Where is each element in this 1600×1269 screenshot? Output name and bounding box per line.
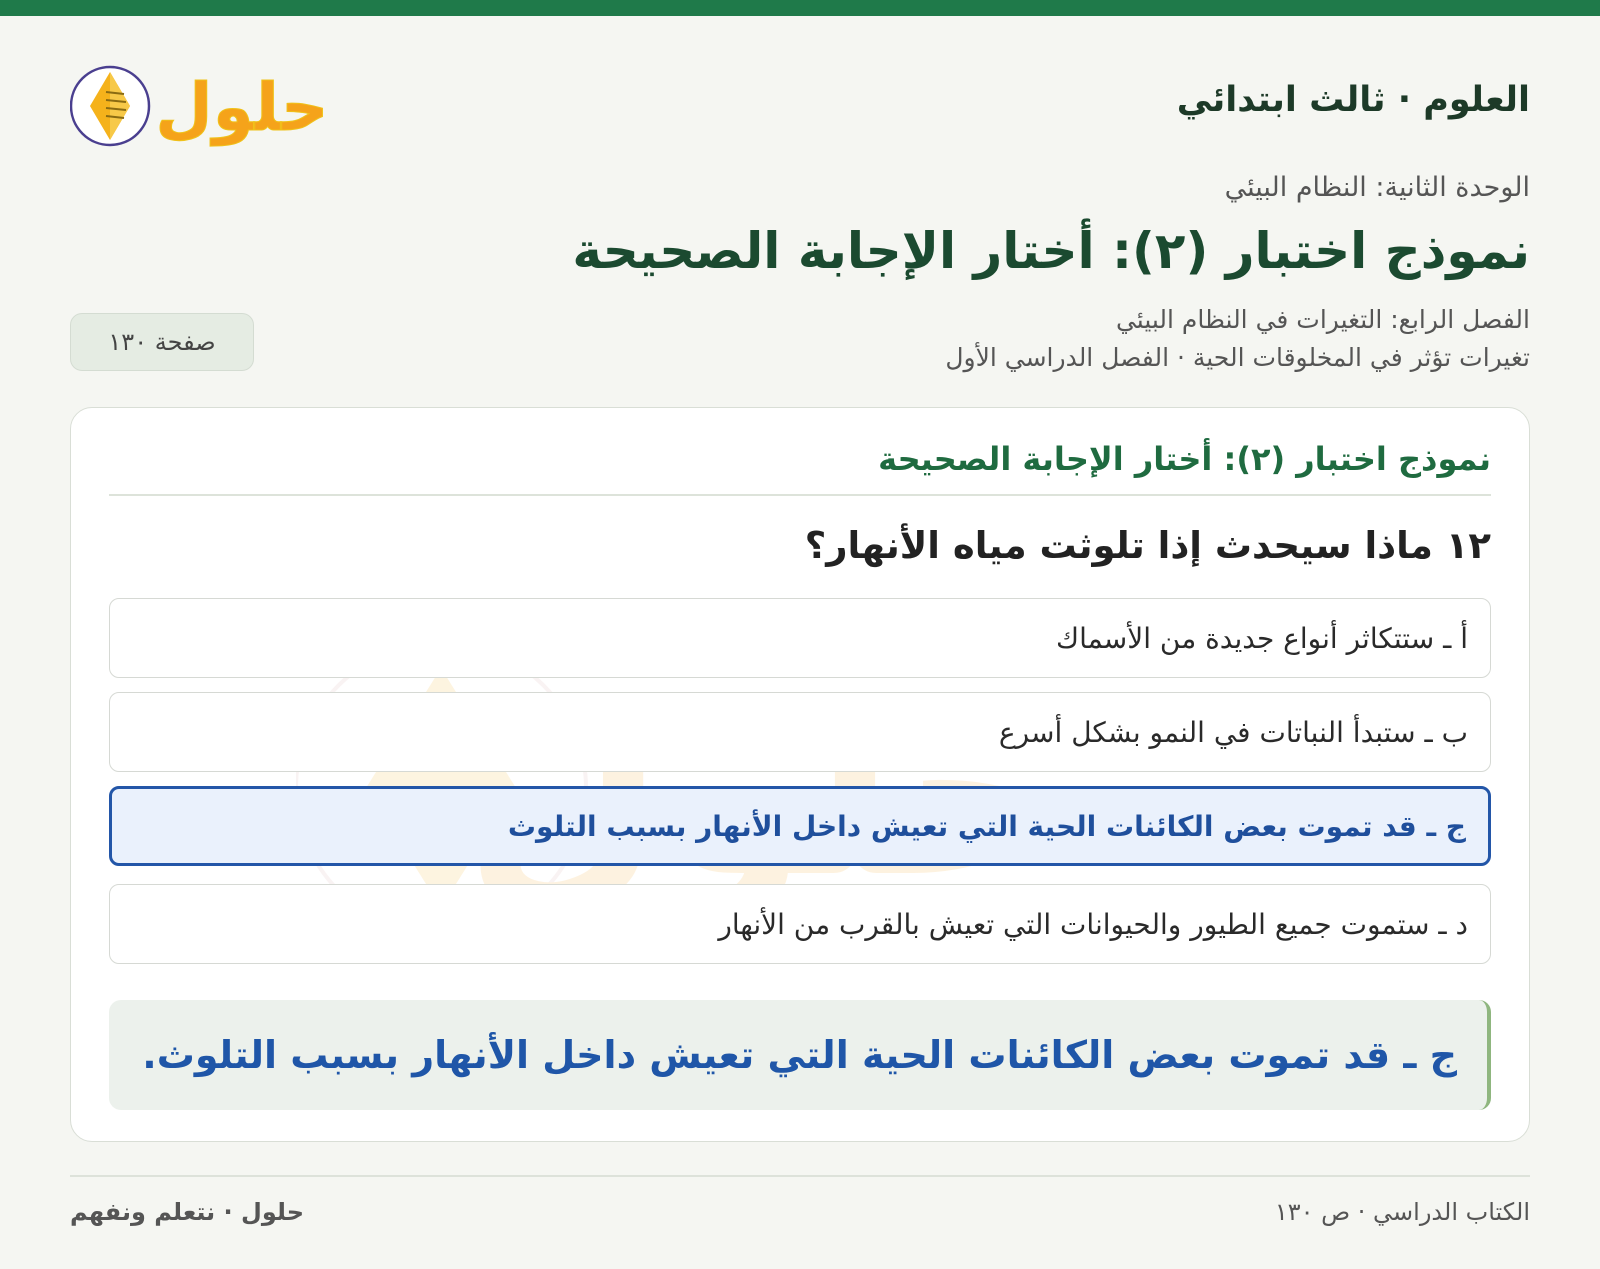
question-card: حلول نموذج اختبار (٢): أختار الإجابة الص… (70, 407, 1530, 1142)
top-accent-bar (0, 0, 1600, 16)
option-c-selected[interactable]: ج ـ قد تموت بعض الكائنات الحية التي تعيش… (109, 786, 1491, 866)
chapter-label: الفصل الرابع: التغيرات في النظام البيئي (1115, 305, 1530, 334)
page-number-badge: صفحة ١٣٠ (70, 313, 254, 371)
unit-label: الوحدة الثانية: النظام البيئي (1224, 172, 1530, 203)
option-b[interactable]: ب ـ ستبدأ النباتات في النمو بشكل أسرع (109, 692, 1491, 772)
option-b-label: ب ـ ستبدأ النباتات في النمو بشكل أسرع (998, 715, 1468, 749)
hulul-logo[interactable]: حلول (70, 50, 330, 160)
footer-divider (70, 1175, 1530, 1177)
option-c-label: ج ـ قد تموت بعض الكائنات الحية التي تعيش… (507, 809, 1466, 843)
option-d-label: د ـ ستموت جميع الطيور والحيوانات التي تع… (718, 907, 1468, 941)
lesson-label: تغيرات تؤثر في المخلوقات الحية · الفصل ا… (945, 343, 1530, 372)
card-divider (109, 494, 1491, 496)
page-title: نموذج اختبار (٢): أختار الإجابة الصحيحة (572, 222, 1530, 280)
question-text: ١٢ ماذا سيحدث إذا تلوثت مياه الأنهار؟ (804, 524, 1491, 567)
card-title: نموذج اختبار (٢): أختار الإجابة الصحيحة (878, 440, 1491, 478)
answer-text: ج ـ قد تموت بعض الكائنات الحية التي تعيش… (142, 1033, 1457, 1077)
subject-title: العلوم · ثالث ابتدائي (1176, 80, 1530, 120)
svg-text:حلول: حلول (155, 69, 328, 147)
footer-book-ref: الكتاب الدراسي · ص ١٣٠ (1274, 1198, 1530, 1226)
page-header: العلوم · ثالث ابتدائي حلول (70, 50, 1530, 160)
option-a-label: أ ـ ستتكاثر أنواع جديدة من الأسماك (1056, 621, 1468, 655)
answer-box: ج ـ قد تموت بعض الكائنات الحية التي تعيش… (109, 1000, 1491, 1110)
option-d[interactable]: د ـ ستموت جميع الطيور والحيوانات التي تع… (109, 884, 1491, 964)
option-a[interactable]: أ ـ ستتكاثر أنواع جديدة من الأسماك (109, 598, 1491, 678)
footer-brand[interactable]: حلول · نتعلم ونفهم (70, 1198, 304, 1226)
